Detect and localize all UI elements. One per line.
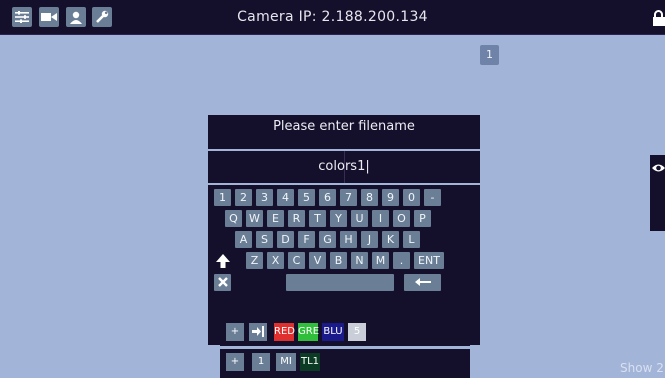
backspace-arrow-icon (414, 278, 431, 286)
key-m[interactable]: M (372, 252, 389, 269)
key-v[interactable]: V (309, 252, 326, 269)
red-channel-button[interactable]: RED (274, 323, 295, 341)
login-icon[interactable] (249, 323, 267, 341)
filename-input[interactable]: colors1| (208, 151, 480, 183)
dialog-title: Please enter filename (208, 115, 480, 149)
key-s[interactable]: S (256, 231, 273, 248)
key-8[interactable]: 8 (361, 189, 378, 206)
preset-1-button[interactable]: 1 (252, 353, 270, 371)
key-2[interactable]: 2 (235, 189, 252, 206)
key-6[interactable]: 6 (319, 189, 336, 206)
key-3[interactable]: 3 (256, 189, 273, 206)
key-5[interactable]: 5 (298, 189, 315, 206)
key-w[interactable]: W (246, 210, 263, 227)
key-7[interactable]: 7 (340, 189, 357, 206)
shift-key[interactable] (214, 252, 231, 269)
key-k[interactable]: K (382, 231, 399, 248)
right-side-panel (650, 155, 665, 231)
key-n[interactable]: N (351, 252, 368, 269)
close-icon (217, 277, 228, 287)
top-bar: Camera IP: 2.188.200.134 (0, 0, 665, 35)
clear-key[interactable] (214, 274, 231, 291)
tl1-button[interactable]: TL1 (300, 353, 320, 371)
add-button-2[interactable]: + (226, 353, 244, 371)
key-e[interactable]: E (267, 210, 284, 227)
key-f[interactable]: F (298, 231, 315, 248)
key-y[interactable]: Y (330, 210, 347, 227)
key-0[interactable]: 0 (403, 189, 420, 206)
preset-panel-2: + 1 MI TL1 (220, 349, 470, 378)
key-b[interactable]: B (330, 252, 347, 269)
filename-dialog: Please enter filename colors1| 1 2 3 4 5… (208, 115, 480, 345)
key-a[interactable]: A (235, 231, 252, 248)
key-q[interactable]: Q (225, 210, 242, 227)
key-t[interactable]: T (309, 210, 326, 227)
key-z[interactable]: Z (246, 252, 263, 269)
key-o[interactable]: O (393, 210, 410, 227)
key-period[interactable]: . (393, 252, 410, 269)
page-number-badge[interactable]: 1 (480, 45, 499, 65)
filename-value: colors1| (318, 159, 370, 174)
key-d[interactable]: D (277, 231, 294, 248)
key-x[interactable]: X (267, 252, 284, 269)
page-title: Camera IP: 2.188.200.134 (237, 9, 428, 25)
key-c[interactable]: C (288, 252, 305, 269)
key-g[interactable]: G (319, 231, 336, 248)
backspace-key[interactable] (404, 274, 441, 291)
key-9[interactable]: 9 (382, 189, 399, 206)
lock-icon[interactable] (652, 10, 665, 26)
key-j[interactable]: J (361, 231, 378, 248)
arrow-up-icon (215, 254, 230, 268)
key-h[interactable]: H (340, 231, 357, 248)
key-1[interactable]: 1 (214, 189, 231, 206)
key-u[interactable]: U (351, 210, 368, 227)
green-channel-button[interactable]: GRE (298, 323, 319, 341)
enter-key[interactable]: ENT (414, 252, 444, 269)
key-p[interactable]: P (414, 210, 431, 227)
preset-5-button[interactable]: 5 (348, 323, 366, 341)
blue-channel-button[interactable]: BLU (322, 323, 344, 341)
add-button[interactable]: + (226, 323, 244, 341)
show-label: Show 2 (620, 361, 664, 375)
mi-button[interactable]: MI (276, 353, 296, 371)
space-key[interactable] (286, 274, 394, 291)
key-i[interactable]: I (372, 210, 389, 227)
eye-icon[interactable] (652, 162, 665, 174)
key-minus[interactable]: - (424, 189, 441, 206)
key-l[interactable]: L (403, 231, 420, 248)
key-4[interactable]: 4 (277, 189, 294, 206)
preset-panel-1: + RED GRE BLU 5 (220, 318, 470, 346)
key-r[interactable]: R (288, 210, 305, 227)
